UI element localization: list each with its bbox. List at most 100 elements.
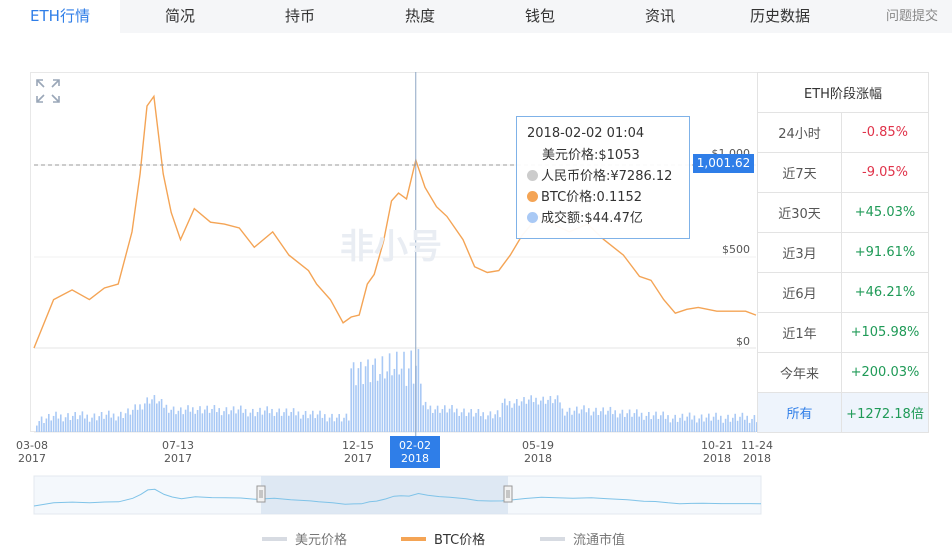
volume-bar <box>273 415 276 432</box>
volume-bar <box>79 415 81 432</box>
table-row[interactable]: 近6月 +46.21% <box>757 272 929 313</box>
table-row[interactable]: 近3月 +91.61% <box>757 232 929 273</box>
volume-bar <box>213 405 216 432</box>
volume-bar <box>84 418 86 432</box>
volume-bar <box>456 408 458 432</box>
volume-bar <box>499 417 501 432</box>
legend-label[interactable]: 流通市值 <box>573 532 625 548</box>
volume-bar <box>158 401 160 432</box>
volume-bar <box>530 395 532 432</box>
volume-bar <box>674 414 676 432</box>
volume-bar <box>261 414 264 432</box>
volume-bar <box>67 413 69 432</box>
volume-bar <box>703 421 705 432</box>
legend-swatch[interactable] <box>262 537 287 541</box>
volume-bar <box>249 412 252 432</box>
volume-bar <box>408 368 410 432</box>
volume-bar <box>753 415 756 432</box>
volume-bar <box>552 403 554 432</box>
volume-bar <box>120 411 122 432</box>
navigator-handle[interactable] <box>256 485 266 503</box>
volume-bar <box>43 423 45 432</box>
volume-bar <box>184 409 187 432</box>
chart-legend: 美元价格 BTC价格 流通市值 <box>262 532 625 548</box>
volume-bar <box>69 420 72 432</box>
legend-label[interactable]: BTC价格 <box>434 532 485 548</box>
volume-bar <box>420 383 422 432</box>
volume-bar <box>391 375 393 432</box>
volume-bar <box>472 416 475 432</box>
volume-bar <box>74 412 76 432</box>
row-label: 近30天 <box>757 192 842 233</box>
volume-bar <box>230 410 232 432</box>
volume-bar <box>182 414 184 432</box>
volume-bar <box>302 414 304 432</box>
volume-bar <box>180 407 182 432</box>
volume-bar <box>139 404 141 432</box>
volume-bar <box>290 411 292 432</box>
volume-bar <box>307 418 309 432</box>
volume-bar <box>468 412 470 432</box>
volume-bar <box>208 412 211 432</box>
table-row[interactable]: 所有 +1272.18倍 <box>757 392 929 433</box>
btc-dot-icon <box>527 191 538 202</box>
navigator-handle[interactable] <box>503 485 513 503</box>
volume-bar <box>38 421 40 432</box>
volume-bar <box>40 416 43 432</box>
volume-bar <box>727 414 729 432</box>
volume-bar <box>427 409 429 432</box>
volume-bar <box>129 414 132 432</box>
volume-bar <box>295 415 297 432</box>
table-row[interactable]: 今年来 +200.03% <box>757 352 929 393</box>
table-row[interactable]: 24小时 -0.85% <box>757 112 929 153</box>
volume-bar <box>381 356 384 432</box>
legend-swatch[interactable] <box>540 537 565 541</box>
x-tick-year: 2018 <box>743 452 771 465</box>
table-row[interactable]: 近7天 -9.05% <box>757 152 929 193</box>
volume-bar <box>374 358 376 432</box>
x-tick-year: 2018 <box>524 452 552 465</box>
volume-bar <box>564 415 566 432</box>
volume-bar <box>115 420 117 432</box>
table-row[interactable]: 近1年 +105.98% <box>757 312 929 353</box>
volume-bar <box>285 408 288 432</box>
volume-bar <box>566 411 568 432</box>
volume-bar <box>638 416 640 432</box>
range-navigator[interactable] <box>33 475 762 515</box>
expand-icon[interactable] <box>34 77 62 105</box>
volume-bar <box>626 413 628 432</box>
volume-bar <box>422 405 424 432</box>
legend-label[interactable]: 美元价格 <box>295 532 347 548</box>
volume-bar <box>516 399 518 432</box>
row-value: +91.61% <box>841 232 929 273</box>
y-tick-label: $500 <box>722 243 750 256</box>
legend-swatch[interactable] <box>401 537 426 541</box>
volume-bar <box>722 422 724 432</box>
row-label: 近1年 <box>757 312 842 353</box>
volume-bar <box>535 397 537 432</box>
volume-bar <box>441 409 444 432</box>
volume-bar <box>165 404 168 432</box>
volume-bar <box>360 361 362 432</box>
volume-bar <box>264 410 266 432</box>
volume-bar <box>691 419 693 432</box>
volume-bar <box>225 407 228 432</box>
volume-bar <box>446 412 448 432</box>
volume-bar <box>45 418 48 432</box>
volume-bar <box>525 403 528 432</box>
volume-bar <box>504 398 506 432</box>
volume-bar <box>624 416 626 432</box>
volume-bar <box>201 413 204 432</box>
volume-bar <box>705 417 708 432</box>
volume-bar <box>331 413 333 432</box>
row-label: 所有 <box>757 392 842 433</box>
volume-bar <box>540 400 542 432</box>
volume-bar <box>316 414 319 432</box>
table-row[interactable]: 近30天 +45.03% <box>757 192 929 233</box>
volume-bar <box>736 420 739 432</box>
tooltip-volume-row: 成交额:$44.47亿 <box>527 208 679 229</box>
watermark-text: 非小号 <box>340 228 442 266</box>
volume-bar <box>55 411 57 432</box>
volume-bar <box>578 413 580 432</box>
volume-bar <box>715 412 717 432</box>
